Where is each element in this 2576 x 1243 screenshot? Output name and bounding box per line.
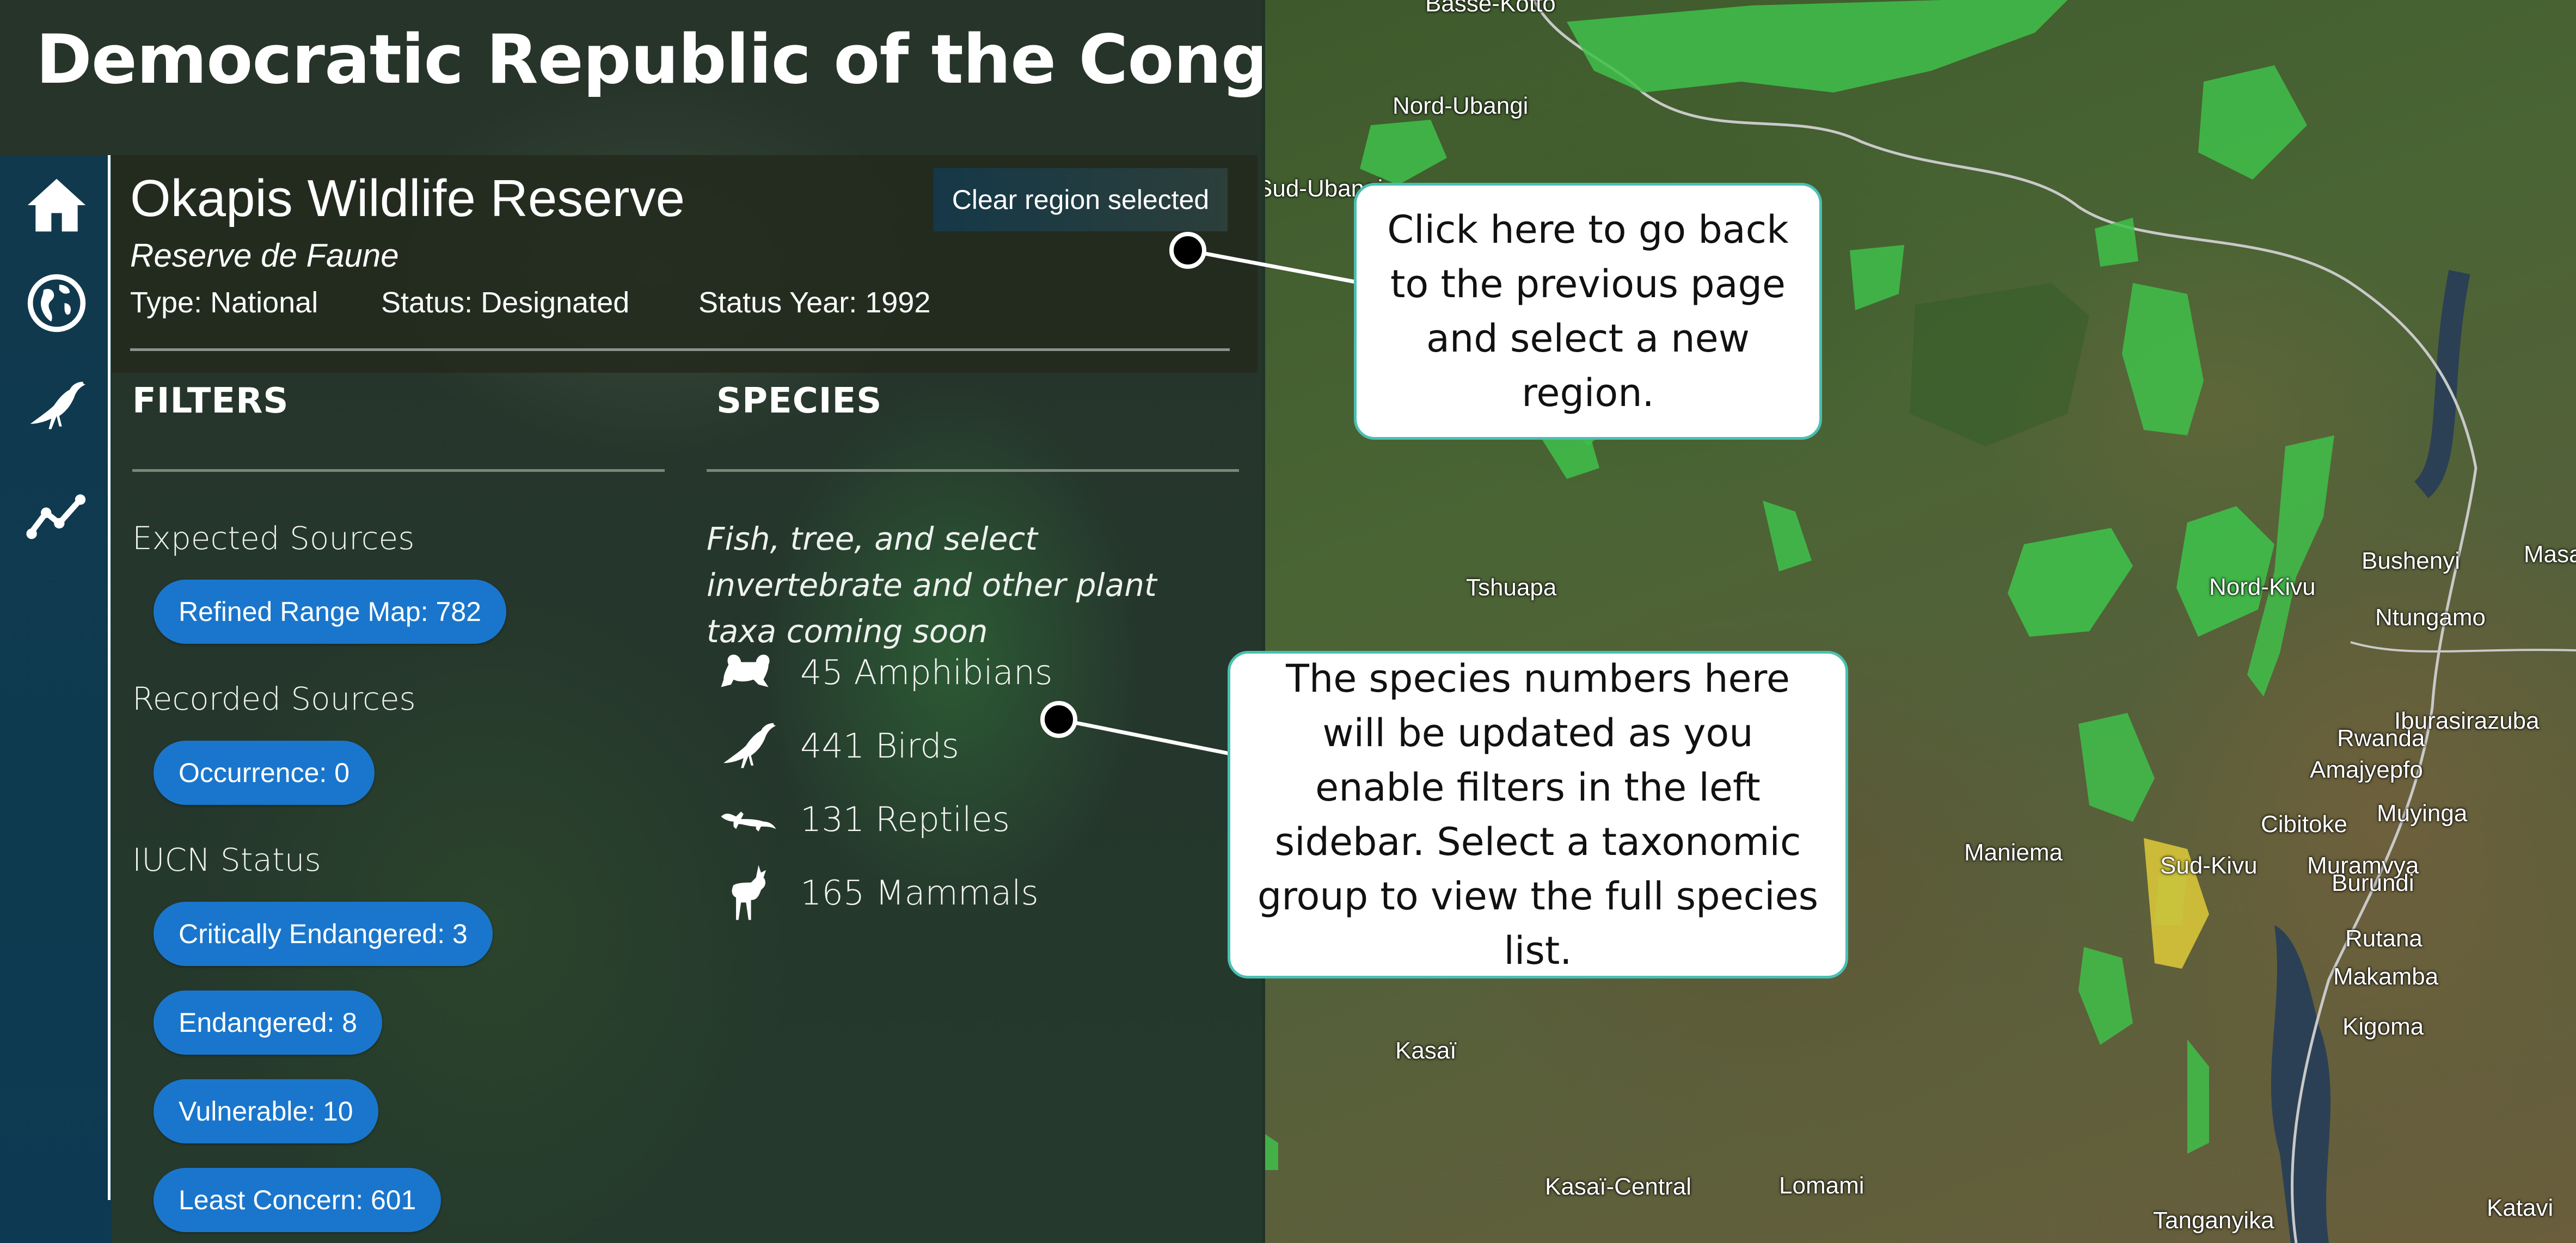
page-title: Democratic Republic of the Congo <box>36 21 1265 99</box>
filter-chip-least-concern[interactable]: Least Concern: 601 <box>154 1168 441 1232</box>
map-label: Sud-Kivu <box>2160 852 2258 879</box>
map-label: Tanganyika <box>2153 1207 2274 1234</box>
filter-chip-endangered[interactable]: Endangered: 8 <box>154 990 383 1055</box>
icon-rail <box>0 155 112 1243</box>
protected-area[interactable] <box>1567 0 2068 93</box>
region-designation: Reserve de Faune <box>130 237 399 274</box>
map-label: Kigoma <box>2342 1013 2424 1040</box>
filter-chip-occurrence[interactable]: Occurrence: 0 <box>154 741 375 805</box>
region-header: Okapis Wildlife Reserve Reserve de Faune… <box>112 155 1258 373</box>
rail-divider <box>108 155 111 1200</box>
region-status-year: Status Year: 1992 <box>698 286 931 319</box>
map-label: Nord-Ubangi <box>1393 93 1529 119</box>
region-name: Okapis Wildlife Reserve <box>130 169 685 227</box>
bird-icon[interactable] <box>23 372 90 439</box>
map-label: Lomami <box>1779 1172 1864 1199</box>
species-group-label: 441 Birds <box>800 725 959 766</box>
species-note: Fish, tree, and select invertebrate and … <box>707 520 1157 650</box>
species-tooltip-callout: The species numbers here will be updated… <box>1228 651 1848 979</box>
map-label: Nord-Kivu <box>2209 574 2316 600</box>
clear-region-button[interactable]: Clear region selected <box>934 168 1228 231</box>
selected-region[interactable] <box>1910 283 2089 446</box>
species-heading: SPECIES <box>716 381 882 421</box>
filter-chip-refined-range-map[interactable]: Refined Range Map: 782 <box>154 580 506 644</box>
filter-chip-critically-endangered[interactable]: Critically Endangered: 3 <box>154 902 493 966</box>
species-group-birds[interactable]: 441 Birds <box>719 716 959 776</box>
protected-area[interactable] <box>2078 947 2133 1045</box>
protected-area[interactable] <box>2187 1039 2209 1154</box>
protected-area[interactable] <box>2078 713 2155 822</box>
region-status: Status: Designated <box>381 286 630 319</box>
map-label: Bushenyi <box>2362 547 2461 574</box>
species-group-label: 131 Reptiles <box>800 799 1010 839</box>
map-label: Kasaï <box>1395 1037 1457 1064</box>
map-label: Muyinga <box>2377 800 2468 827</box>
map-label: Kasaï-Central <box>1545 1173 1692 1200</box>
filter-chip-vulnerable[interactable]: Vulnerable: 10 <box>154 1079 378 1143</box>
lake-albert <box>2414 270 2470 499</box>
species-group-label: 165 Mammals <box>800 872 1039 913</box>
lake-tanganyika <box>2271 925 2331 1243</box>
globe-icon[interactable] <box>23 269 90 337</box>
expected-sources-label: Expected Sources <box>132 520 415 557</box>
filters-heading: FILTERS <box>132 381 289 421</box>
protected-area[interactable] <box>2095 218 2138 267</box>
protected-area[interactable] <box>2198 65 2307 180</box>
lizard-icon <box>721 811 776 832</box>
map-label: Maniema <box>1964 839 2063 866</box>
protected-area[interactable] <box>1850 245 1904 310</box>
back-tooltip-callout: Click here to go back to the previous pa… <box>1354 183 1822 440</box>
species-group-reptiles[interactable]: 131 Reptiles <box>719 789 1010 849</box>
map-label: Basse-Kotto <box>1425 0 1556 17</box>
divider <box>130 348 1230 351</box>
map-label: Masaka <box>2524 541 2576 568</box>
species-group-amphibians[interactable]: 45 Amphibians <box>719 642 1052 702</box>
protected-area[interactable] <box>2008 528 2133 637</box>
map-label: Ntungamo <box>2375 604 2486 631</box>
protected-area[interactable] <box>2176 506 2274 637</box>
map-label: Iburasirazuba <box>2394 707 2540 734</box>
divider <box>132 469 665 472</box>
map-label: Katavi <box>2487 1195 2554 1221</box>
trend-chart-icon[interactable] <box>23 482 90 549</box>
recorded-sources-label: Recorded Sources <box>132 680 416 717</box>
map-label: Makamba <box>2333 963 2439 990</box>
species-group-mammals[interactable]: 165 Mammals <box>719 863 1039 922</box>
protected-area[interactable] <box>1763 501 1812 571</box>
map-label: Amajyepfo <box>2310 756 2423 783</box>
region-sidebar: Democratic Republic of the Congo Okapis … <box>0 0 1265 1243</box>
border-line <box>2350 641 2576 653</box>
iucn-status-label: IUCN Status <box>132 841 321 878</box>
bird-icon <box>723 723 776 768</box>
frog-icon <box>721 654 770 687</box>
species-group-label: 45 Amphibians <box>800 652 1053 692</box>
home-icon[interactable] <box>23 171 90 239</box>
region-type: Type: National <box>130 286 318 319</box>
map-label: Burundi <box>2332 870 2414 896</box>
map-label: Cibitoke <box>2261 811 2347 838</box>
antelope-icon <box>732 865 766 920</box>
protected-area[interactable] <box>2122 283 2204 435</box>
divider <box>707 469 1239 472</box>
map-label: Tshuapa <box>1466 574 1557 601</box>
map-label: Rutana <box>2345 925 2422 952</box>
